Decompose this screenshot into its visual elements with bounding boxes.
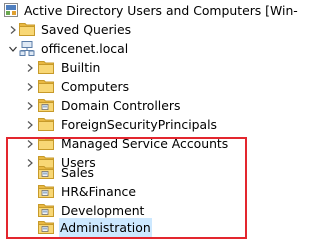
chevron-right-icon[interactable] xyxy=(25,101,35,111)
tree-item-foreign-security-principals[interactable]: ForeignSecurityPrincipals xyxy=(0,115,255,134)
domain-icon xyxy=(19,41,35,56)
tree-item-label: Domain Controllers xyxy=(61,98,181,113)
tree-item-label: officenet.local xyxy=(41,41,129,56)
chevron-right-icon[interactable] xyxy=(25,82,35,92)
chevron-right-icon[interactable] xyxy=(25,63,35,73)
folder-icon xyxy=(38,60,54,74)
tree-root-label: Active Directory Users and Computers [Wi… xyxy=(24,3,298,18)
ad-users-computers-tree: { "tree": { "root": { "label": "Active D… xyxy=(0,0,298,248)
tree-item-builtin[interactable]: Builtin xyxy=(0,58,255,77)
folder-icon xyxy=(38,79,54,93)
folder-icon xyxy=(38,117,54,131)
ad-console-icon xyxy=(4,3,18,17)
tree-root-node[interactable]: Active Directory Users and Computers [Wi… xyxy=(0,1,298,20)
tree-item-computers[interactable]: Computers xyxy=(0,77,255,96)
tree-item-domain[interactable]: officenet.local xyxy=(0,39,255,58)
tree-item-label: ForeignSecurityPrincipals xyxy=(61,117,218,132)
tree-item-domain-controllers[interactable]: Domain Controllers xyxy=(0,96,255,115)
chevron-right-icon[interactable] xyxy=(8,25,18,35)
chevron-right-icon[interactable] xyxy=(25,120,35,130)
highlight-rectangle xyxy=(6,137,247,239)
ou-icon xyxy=(38,98,54,112)
tree-item-label: Builtin xyxy=(61,60,101,75)
tree-item-label: Saved Queries xyxy=(41,22,132,37)
tree-item-label: Computers xyxy=(61,79,130,94)
folder-icon xyxy=(19,22,35,36)
chevron-down-icon[interactable] xyxy=(8,44,18,54)
tree-item-saved-queries[interactable]: Saved Queries xyxy=(0,20,255,39)
